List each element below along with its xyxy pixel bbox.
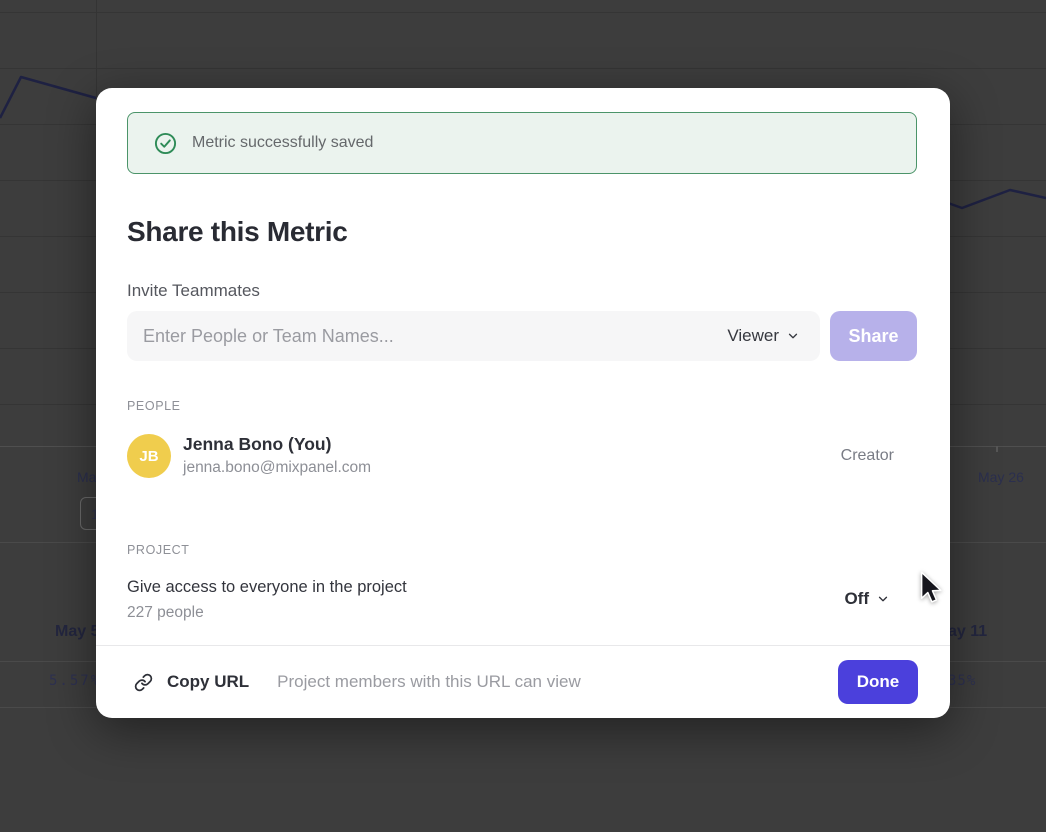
project-people-count: 227 people: [127, 601, 407, 624]
invite-teammates-label: Invite Teammates: [127, 281, 260, 301]
invite-row: Viewer Share: [127, 311, 917, 361]
project-access-text: Give access to everyone in the project 2…: [127, 575, 407, 624]
person-email: jenna.bono@mixpanel.com: [183, 457, 371, 479]
project-section-header: PROJECT: [127, 543, 190, 557]
link-icon[interactable]: [134, 673, 153, 692]
project-access-dropdown[interactable]: Off: [844, 589, 890, 609]
success-banner: Metric successfully saved: [127, 112, 917, 174]
role-dropdown-value: Viewer: [727, 326, 779, 346]
person-meta: Jenna Bono (You) jenna.bono@mixpanel.com: [183, 433, 371, 478]
person-name: Jenna Bono (You): [183, 433, 371, 457]
project-access-value: Off: [844, 589, 869, 609]
role-dropdown[interactable]: Viewer: [727, 326, 800, 346]
invite-input-container: Viewer: [127, 311, 820, 361]
person-list-item: JB Jenna Bono (You) jenna.bono@mixpanel.…: [127, 434, 917, 478]
project-access-row: Give access to everyone in the project 2…: [127, 575, 917, 624]
modal-title: Share this Metric: [127, 216, 348, 248]
done-button[interactable]: Done: [838, 660, 918, 704]
table-cell-value: 5.57%: [49, 673, 101, 689]
check-circle-icon: [154, 132, 177, 155]
project-access-title: Give access to everyone in the project: [127, 575, 407, 601]
copy-url-hint: Project members with this URL can view: [277, 672, 581, 692]
x-axis-label: May 26: [978, 469, 1024, 485]
copy-url-button[interactable]: Copy URL: [167, 672, 249, 692]
invite-people-input[interactable]: [143, 326, 727, 347]
avatar: JB: [127, 434, 171, 478]
table-column-header: May 5: [55, 623, 99, 641]
share-button[interactable]: Share: [830, 311, 917, 361]
chevron-down-icon: [876, 592, 890, 606]
person-role-label: Creator: [841, 447, 894, 465]
table-cell-value: 35%: [948, 673, 976, 689]
share-metric-modal: Metric successfully saved Share this Met…: [96, 88, 950, 718]
people-section-header: PEOPLE: [127, 399, 181, 413]
table-column-header: ay 11: [948, 623, 987, 641]
success-banner-text: Metric successfully saved: [192, 134, 373, 152]
x-axis-label: Ma: [77, 469, 96, 485]
modal-footer: Copy URL Project members with this URL c…: [96, 645, 950, 718]
chevron-down-icon: [786, 329, 800, 343]
